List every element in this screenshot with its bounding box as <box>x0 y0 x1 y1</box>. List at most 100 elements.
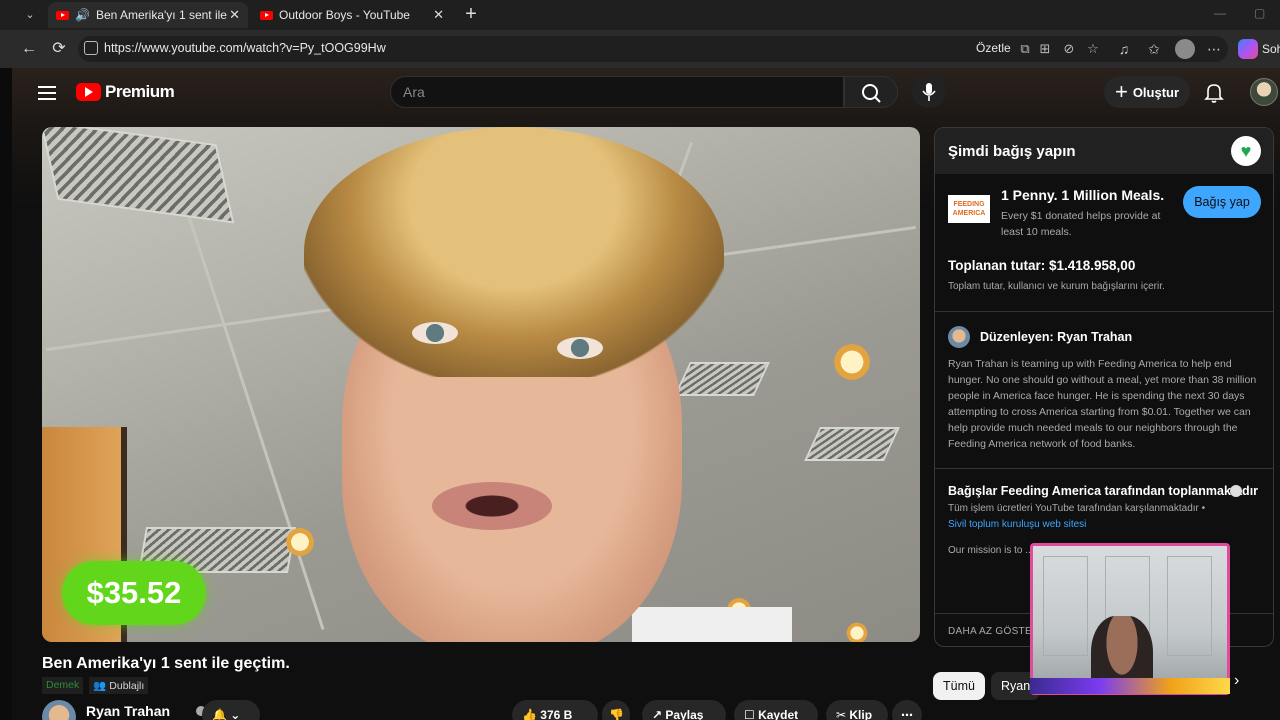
share-label: Paylaş <box>665 708 704 720</box>
create-button[interactable]: + Oluştur <box>1104 76 1190 108</box>
tab-close-icon[interactable]: ✕ <box>433 7 444 23</box>
ceiling-light <box>280 527 320 557</box>
nonprofit-website-link[interactable]: Sivil toplum kuruluşu web sitesi <box>948 519 1086 530</box>
save-label: Kaydet <box>758 708 799 720</box>
like-count: 376 B <box>540 708 573 720</box>
ceiling-vent <box>804 427 900 461</box>
clip-label: Klip <box>849 708 873 720</box>
raised-note: Toplam tutar, kullanıcı ve kurum bağışla… <box>948 281 1165 292</box>
hair <box>304 127 724 377</box>
new-tab-button[interactable]: + <box>460 4 482 26</box>
maximize-icon[interactable]: ▢ <box>1254 6 1265 20</box>
right-eye <box>557 337 603 359</box>
url-text[interactable]: https://www.youtube.com/watch?v=Py_tOOG9… <box>104 41 386 55</box>
cause-description: Every $1 donated helps provide at least … <box>1001 210 1161 238</box>
logo-text: Premium <box>105 82 175 101</box>
organizer-name: Düzenleyen: Ryan Trahan <box>980 330 1133 344</box>
cause-title: 1 Penny. 1 Million Meals. <box>1001 187 1165 203</box>
favorites-icon[interactable]: ✩ <box>1144 39 1164 59</box>
create-label: Oluştur <box>1132 84 1180 100</box>
search-input[interactable] <box>403 84 823 100</box>
voice-search-button[interactable] <box>912 76 946 108</box>
tag-demek[interactable]: Demek <box>42 677 84 694</box>
shirt <box>632 607 792 642</box>
donation-heart-icon: ♥ <box>1231 136 1261 166</box>
ceiling-light <box>842 622 872 642</box>
tab-title: Outdoor Boys - YouTube <box>279 8 410 22</box>
youtube-favicon-icon <box>56 10 69 20</box>
more-options-icon[interactable]: ⋯ <box>1204 39 1224 59</box>
video-tags: Demek 👥 Dublajlı <box>42 677 149 694</box>
cabinet <box>1167 556 1212 656</box>
translate-icon[interactable]: ⧉ <box>1016 40 1034 58</box>
tab-list-chevron-icon[interactable]: ⌄ <box>20 6 40 24</box>
speaker-icon[interactable]: 🔊 <box>75 8 90 22</box>
menu-icon[interactable] <box>38 86 56 100</box>
back-arrow-icon[interactable]: ← <box>18 38 40 60</box>
account-avatar[interactable] <box>1250 78 1278 106</box>
channel-avatar[interactable] <box>42 700 76 720</box>
copilot-icon[interactable] <box>1238 39 1258 59</box>
left-eye <box>412 322 458 344</box>
donation-header-title: Şimdi bağış yapın <box>948 143 1076 160</box>
money-counter-badge: $35.52 <box>62 561 206 625</box>
favorite-star-icon[interactable]: ☆ <box>1084 40 1102 58</box>
donate-button[interactable]: Bağış yap <box>1183 186 1261 218</box>
collected-by-title: Bağışlar Feeding America tarafından topl… <box>948 484 1259 498</box>
feeding-america-logo: FEEDING AMERICA <box>948 195 990 223</box>
tab-active[interactable]: 🔊 Ben Amerika'yı 1 sent ile geçtim ✕ <box>48 2 248 28</box>
site-info-icon[interactable] <box>84 41 98 55</box>
share-button[interactable]: ↗ Paylaş <box>642 700 726 720</box>
save-button[interactable]: ☐ Kaydet <box>734 700 818 720</box>
browser-address-bar: ← ⟳ https://www.youtube.com/watch?v=Py_t… <box>0 30 1280 68</box>
youtube-logo[interactable]: Premium <box>76 82 175 102</box>
ceiling-vent <box>42 127 235 224</box>
notifications-button[interactable] <box>1202 80 1226 104</box>
tracking-off-icon[interactable]: ⊘ <box>1060 40 1078 58</box>
organizer-description: Ryan Trahan is teaming up with Feeding A… <box>948 358 1257 450</box>
search-button[interactable] <box>844 76 898 108</box>
url-bar[interactable]: https://www.youtube.com/watch?v=Py_tOOG9… <box>78 36 1228 62</box>
mouth <box>432 482 552 530</box>
divider <box>935 468 1273 469</box>
video-title: Ben Amerika'yı 1 sent ile geçtim. <box>42 655 290 672</box>
channel-name[interactable]: Ryan Trahan <box>86 703 170 719</box>
chip-all[interactable]: Tümü <box>933 672 985 700</box>
copilot-label[interactable]: Soh <box>1262 42 1280 56</box>
notification-bell-button[interactable]: 🔔 ⌄ <box>202 700 260 720</box>
plus-icon: + <box>1114 79 1128 104</box>
summarize-button[interactable]: Özetle <box>976 41 1011 55</box>
video-player[interactable]: $35.52 <box>42 127 920 642</box>
extensions-icon[interactable]: ♫ <box>1114 39 1134 59</box>
tag-dubbed[interactable]: 👥 Dublajlı <box>89 677 149 694</box>
youtube-favicon-icon <box>260 10 273 20</box>
collected-by-description: Tüm işlem ücretleri YouTube tarafından k… <box>948 503 1206 530</box>
search-box <box>390 76 844 108</box>
browser-tab-bar: ⌄ 🔊 Ben Amerika'yı 1 sent ile geçtim ✕ O… <box>0 0 1280 30</box>
dislike-button[interactable]: 👎 <box>602 700 630 720</box>
reload-icon[interactable]: ⟳ <box>48 38 70 60</box>
like-button[interactable]: 👍 376 B <box>512 700 598 720</box>
divider <box>935 311 1273 312</box>
grid-icon[interactable]: ⊞ <box>1036 40 1054 58</box>
microphone-icon <box>922 83 936 101</box>
cabinet <box>1043 556 1088 656</box>
tab-outdoor-boys[interactable]: Outdoor Boys - YouTube ✕ <box>252 2 452 28</box>
ceiling-vent <box>674 362 770 396</box>
tab-close-icon[interactable]: ✕ <box>229 7 240 23</box>
chevron-right-icon[interactable]: › <box>1234 672 1239 690</box>
clip-button[interactable]: ✂ Klip <box>826 700 888 720</box>
minimize-icon[interactable]: — <box>1214 6 1226 20</box>
raised-amount: Toplanan tutar: $1.418.958,00 <box>948 258 1136 273</box>
search-icon <box>862 84 881 103</box>
ceiling-light <box>827 342 877 382</box>
show-less-button[interactable]: DAHA AZ GÖSTE <box>948 626 1032 637</box>
verified-check-icon <box>1230 485 1242 497</box>
webcam-overlay <box>1030 543 1230 695</box>
left-edge <box>0 68 12 720</box>
fees-note: Tüm işlem ücretleri YouTube tarafından k… <box>948 503 1199 514</box>
organizer-avatar <box>948 326 970 348</box>
profile-avatar-icon[interactable] <box>1175 39 1195 59</box>
bell-icon <box>1204 84 1224 103</box>
more-actions-icon[interactable]: ⋯ <box>892 700 922 720</box>
